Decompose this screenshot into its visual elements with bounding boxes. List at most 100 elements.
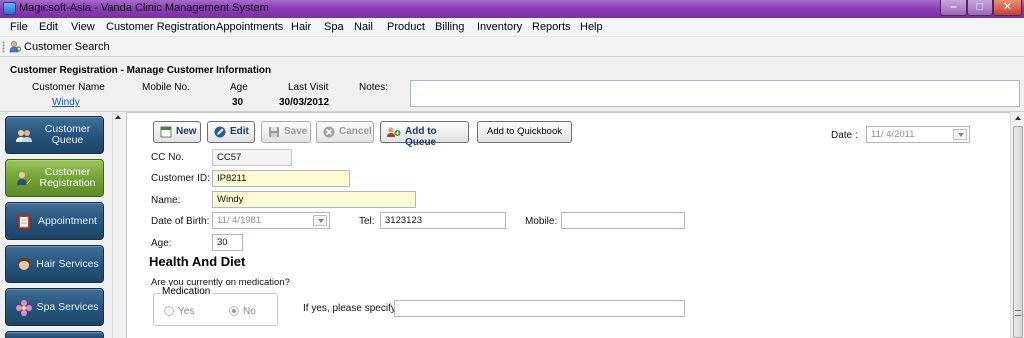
close-button[interactable]: ✕: [993, 0, 1022, 16]
sidebar-item-customer-queue[interactable]: Customer Queue: [5, 116, 104, 154]
sidebar-item-spa-services[interactable]: Spa Services: [5, 288, 104, 326]
mobile-label: Mobile No.: [142, 82, 190, 93]
sidebar-item-label: Customer Registration: [39, 166, 96, 189]
appointment-book-icon: [17, 214, 31, 230]
menu-appointments[interactable]: Appointments: [216, 21, 283, 33]
menu-reports[interactable]: Reports: [532, 21, 571, 33]
scroll-thumb[interactable]: [1013, 126, 1023, 338]
calendar-dropdown-icon[interactable]: [313, 215, 327, 226]
sidebar-item-more[interactable]: [5, 331, 104, 338]
menu-view[interactable]: View: [71, 21, 95, 33]
calendar-dropdown-icon[interactable]: [953, 129, 967, 140]
last-visit-value: 30/03/2012: [279, 97, 330, 108]
sidebar-item-label: Spa Services: [36, 300, 99, 313]
scroll-up-icon[interactable]: [115, 115, 121, 119]
specify-field[interactable]: [394, 300, 685, 317]
medication-group-label: Medication: [160, 286, 213, 297]
maximize-button[interactable]: □: [967, 0, 993, 16]
date-label: Date: [831, 130, 853, 141]
sidebar-item-label: Hair Services: [36, 257, 99, 270]
customer-header: Customer Registration - Manage Customer …: [0, 58, 1024, 112]
add-to-queue-label: Add to Queue: [405, 126, 437, 148]
age-value: 30: [232, 97, 244, 108]
dob-label: Date of Birth:: [151, 216, 210, 227]
tel-field[interactable]: 3123123: [380, 212, 506, 229]
name-field[interactable]: Windy: [212, 191, 416, 208]
page-title: Customer Registration - Manage Customer …: [10, 65, 272, 76]
sidebar-scrollbar[interactable]: [112, 112, 123, 338]
customer-id-field[interactable]: IP8211: [212, 170, 350, 187]
dob-value: 11/ 4/1981: [217, 215, 262, 226]
last-visit-label: Last Visit: [288, 82, 329, 93]
customer-search-button[interactable]: Customer Search: [24, 41, 110, 53]
scroll-grip-icon: [1015, 310, 1021, 316]
customer-name-label: Customer Name: [32, 82, 105, 93]
medication-group: Medication Yes No: [153, 286, 278, 326]
cancel-button-label: Cancel: [339, 126, 372, 137]
menu-billing[interactable]: Billing: [435, 21, 464, 33]
new-document-icon: [160, 126, 172, 138]
new-button-label: New: [176, 126, 197, 137]
menu-inventory[interactable]: Inventory: [477, 21, 522, 33]
user-edit-icon: [17, 172, 33, 186]
customer-id-label: Customer ID:: [151, 173, 210, 184]
notes-field[interactable]: [410, 80, 1020, 107]
save-button-label: Save: [284, 126, 308, 137]
add-to-quickbook-button[interactable]: Add to Quickbook: [477, 121, 572, 143]
age-label-form: Age:: [151, 238, 172, 249]
menu-bar: File Edit View Customer Registration App…: [0, 18, 1024, 37]
scroll-up-icon[interactable]: [1015, 116, 1021, 120]
menu-product[interactable]: Product: [387, 21, 425, 33]
menu-hair[interactable]: Hair: [291, 21, 311, 33]
users-icon: [16, 130, 32, 142]
new-button[interactable]: New: [153, 121, 201, 143]
sidebar-item-customer-registration[interactable]: Customer Registration: [5, 159, 104, 197]
queue-icon: [387, 127, 401, 137]
app-icon: [3, 2, 16, 15]
medication-yes-label: Yes: [178, 306, 195, 317]
add-to-queue-button[interactable]: Add to Queue: [380, 121, 469, 148]
toolbar-grip: [2, 41, 5, 53]
menu-spa[interactable]: Spa: [324, 21, 344, 33]
customer-name-link[interactable]: Windy: [52, 97, 80, 108]
edit-button[interactable]: Edit: [207, 121, 255, 143]
sidebar-item-label: Customer Queue: [44, 123, 91, 146]
toolbar: Customer Search: [0, 37, 1024, 57]
medication-no-radio[interactable]: [229, 306, 239, 316]
name-label: Name:: [151, 195, 181, 206]
menu-file[interactable]: File: [10, 21, 28, 33]
sidebar-item-appointment[interactable]: Appointment: [5, 202, 104, 240]
mobile-label-form: Mobile:: [525, 216, 558, 227]
sidebar-item-label: Appointment: [38, 214, 97, 227]
edit-button-label: Edit: [230, 126, 249, 137]
cancel-icon: [323, 126, 335, 138]
menu-help[interactable]: Help: [580, 21, 603, 33]
age-field[interactable]: 30: [212, 234, 243, 251]
sidebar-item-hair-services[interactable]: Hair Services: [5, 245, 104, 283]
save-button[interactable]: Save: [261, 121, 311, 143]
tel-label: Tel:: [359, 216, 375, 227]
sidebar: Customer Queue Customer Registration App…: [0, 112, 112, 338]
cc-no-label: CC No.: [151, 152, 184, 163]
registration-form-panel: New Edit Save Cancel Add to Queue Add to…: [126, 112, 1010, 338]
date-colon: :: [855, 130, 858, 141]
date-picker[interactable]: 11/ 4/2011: [866, 126, 970, 143]
notes-label: Notes:: [359, 82, 388, 93]
title-bar: Magicsoft-Asia - Vanda Clinic Management…: [0, 0, 1024, 18]
cancel-button[interactable]: Cancel: [316, 121, 374, 143]
mobile-field[interactable]: [561, 212, 685, 229]
minimize-button[interactable]: –: [940, 0, 967, 16]
dob-picker[interactable]: 11/ 4/1981: [212, 212, 330, 229]
menu-customer-registration[interactable]: Customer Registration: [106, 21, 215, 33]
medication-no-label: No: [243, 306, 256, 317]
medication-yes-radio[interactable]: [164, 306, 174, 316]
hair-icon: [18, 258, 30, 270]
edit-icon: [214, 126, 226, 138]
menu-edit[interactable]: Edit: [39, 21, 58, 33]
cc-no-field: CC57: [212, 149, 292, 166]
health-and-diet-heading: Health And Diet: [149, 254, 246, 269]
flower-icon: [16, 300, 32, 316]
customer-search-icon: [9, 41, 21, 53]
menu-nail[interactable]: Nail: [354, 21, 373, 33]
main-scrollbar[interactable]: [1010, 112, 1024, 338]
